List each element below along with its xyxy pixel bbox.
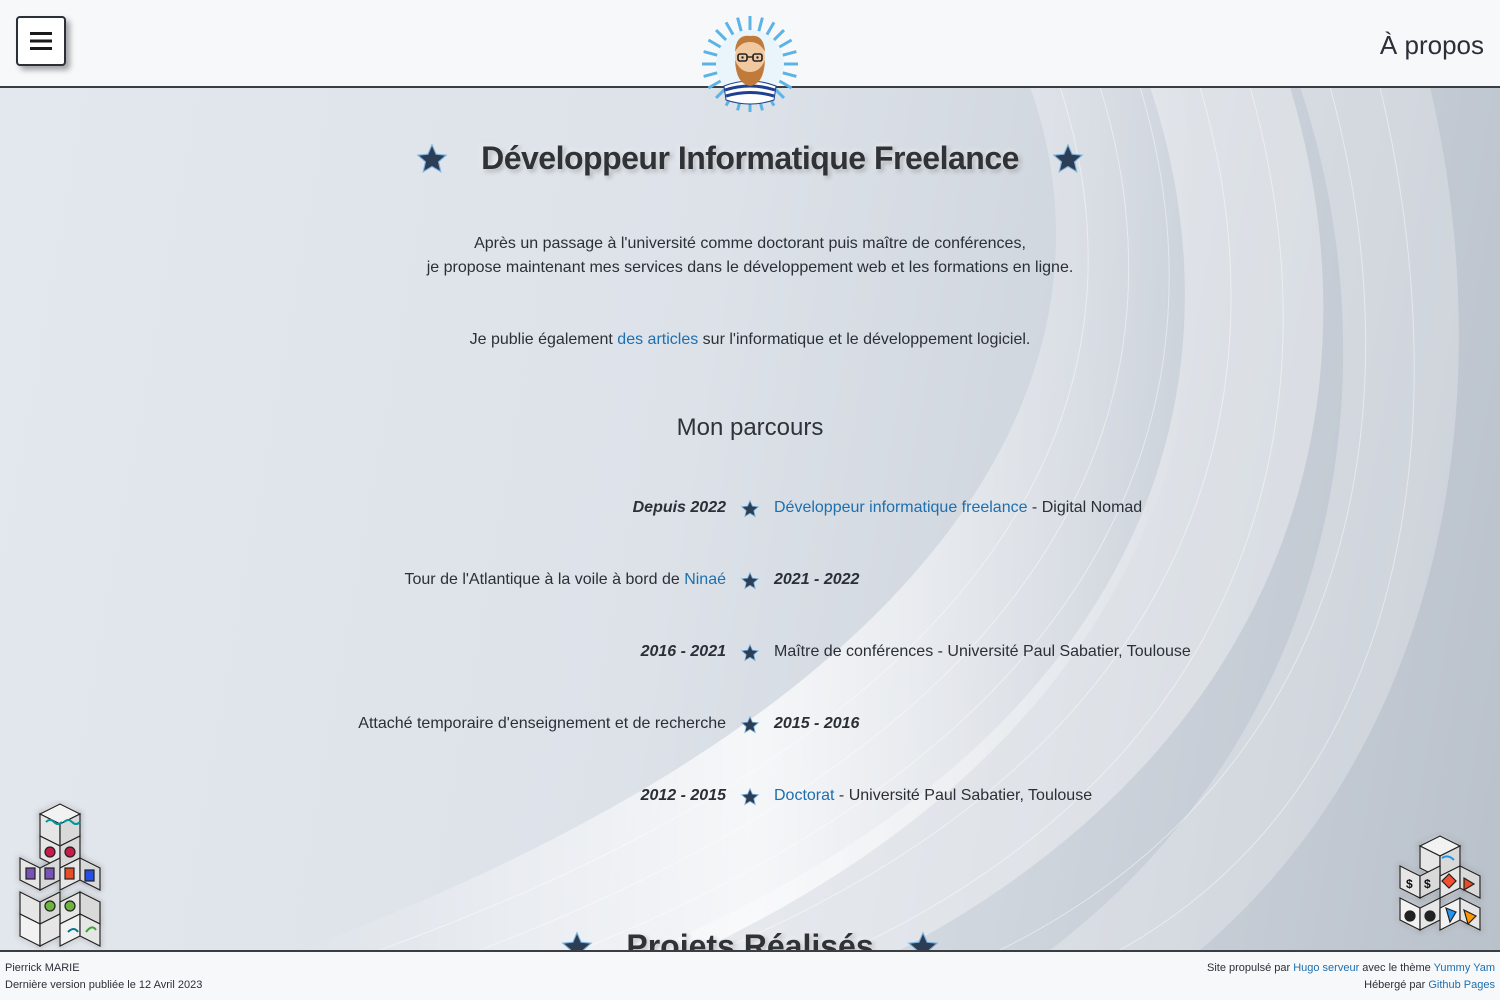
footer-powered-middle: avec le thème <box>1359 962 1434 974</box>
footer-left: Pierrick MARIE Dernière version publiée … <box>5 960 202 994</box>
site-footer: Pierrick MARIE Dernière version publiée … <box>0 950 1500 1000</box>
timeline-link-doctorat[interactable]: Doctorat <box>774 787 834 804</box>
star-icon <box>740 787 760 806</box>
hero-title-row: Développeur Informatique Freelance <box>0 140 1500 177</box>
menu-button[interactable] <box>16 16 66 66</box>
timeline-text: - Université Paul Sabatier, Toulouse <box>834 787 1093 804</box>
timeline-year: 2012 - 2015 <box>640 787 726 804</box>
parcours-title: Mon parcours <box>676 414 824 441</box>
intro-line: Après un passage à l'université comme do… <box>474 235 1026 252</box>
timeline-text: Tour de l'Atlantique à la voile à bord d… <box>404 571 685 588</box>
svg-text:$: $ <box>1424 877 1431 891</box>
timeline-year: 2015 - 2016 <box>774 715 860 732</box>
about-link[interactable]: À propos <box>1380 30 1484 61</box>
timeline-year: 2021 - 2022 <box>774 571 860 588</box>
timeline-year: Depuis 2022 <box>632 499 726 516</box>
footer-powered-before: Site propulsé par <box>1206 962 1294 974</box>
star-icon <box>1052 142 1084 173</box>
star-icon <box>561 930 593 950</box>
timeline-row: Depuis 2022 Développeur informatique fre… <box>0 494 1500 522</box>
page-title: Développeur Informatique Freelance <box>481 140 1019 176</box>
footer-version: Dernière version publiée le 12 Avril 202… <box>5 979 203 991</box>
tech-cubes-left-icon <box>19 803 101 947</box>
star-icon <box>416 142 448 173</box>
star-icon <box>740 499 760 518</box>
timeline-year: 2016 - 2021 <box>640 643 726 660</box>
timeline-row: 2016 - 2021 Maître de conférences - Univ… <box>0 638 1500 666</box>
star-icon <box>740 571 760 590</box>
star-icon <box>740 643 760 662</box>
tech-cubes-right-icon: $ $ <box>1399 835 1481 931</box>
footer-right: Site propulsé par Hugo serveur avec le t… <box>1207 960 1495 994</box>
github-pages-link[interactable]: Github Pages <box>1428 979 1495 991</box>
tech-cubes-right[interactable]: $ $ <box>1390 832 1490 950</box>
star-icon <box>907 930 939 950</box>
timeline-text: Maître de conférences - Université Paul … <box>774 643 1191 660</box>
timeline-row: Attaché temporaire d'enseignement et de … <box>0 710 1500 738</box>
hugo-link[interactable]: Hugo serveur <box>1293 962 1359 974</box>
intro-text: Après un passage à l'université comme do… <box>0 232 1500 280</box>
hamburger-icon <box>30 32 52 50</box>
timeline-text: Attaché temporaire d'enseignement et de … <box>358 715 726 732</box>
intro-line: je propose maintenant mes services dans … <box>426 259 1074 276</box>
svg-text:$: $ <box>1406 877 1413 891</box>
footer-powered: Site propulsé par Hugo serveur avec le t… <box>1207 960 1495 977</box>
timeline-link-freelance[interactable]: Développeur informatique freelance <box>774 499 1027 516</box>
footer-author: Pierrick MARIE <box>5 962 80 974</box>
logo-avatar[interactable] <box>700 14 800 114</box>
timeline-row: Tour de l'Atlantique à la voile à bord d… <box>0 566 1500 594</box>
articles-text-before: Je publie également <box>469 331 618 348</box>
star-icon <box>740 715 760 734</box>
main-content: Développeur Informatique Freelance Après… <box>0 88 1500 950</box>
timeline-row: 2012 - 2015 Doctorat - Université Paul S… <box>0 782 1500 810</box>
projects-title: Projets Réalisés <box>626 928 874 950</box>
articles-link[interactable]: des articles <box>617 331 698 348</box>
articles-text: Je publie également des articles sur l'i… <box>0 328 1500 352</box>
articles-text-after: sur l'informatique et le développement l… <box>698 331 1031 348</box>
footer-hosted: Hébergé par Github Pages <box>1207 977 1495 994</box>
bearded-developer-avatar-icon <box>702 16 798 112</box>
footer-hosted-before: Hébergé par <box>1364 979 1429 991</box>
projects-title-row: Projets Réalisés <box>0 928 1500 950</box>
timeline-text: - Digital Nomad <box>1027 499 1143 516</box>
timeline-link-ninae[interactable]: Ninaé <box>684 571 726 588</box>
tech-cubes-left[interactable] <box>8 800 112 950</box>
theme-link[interactable]: Yummy Yam <box>1434 962 1495 974</box>
